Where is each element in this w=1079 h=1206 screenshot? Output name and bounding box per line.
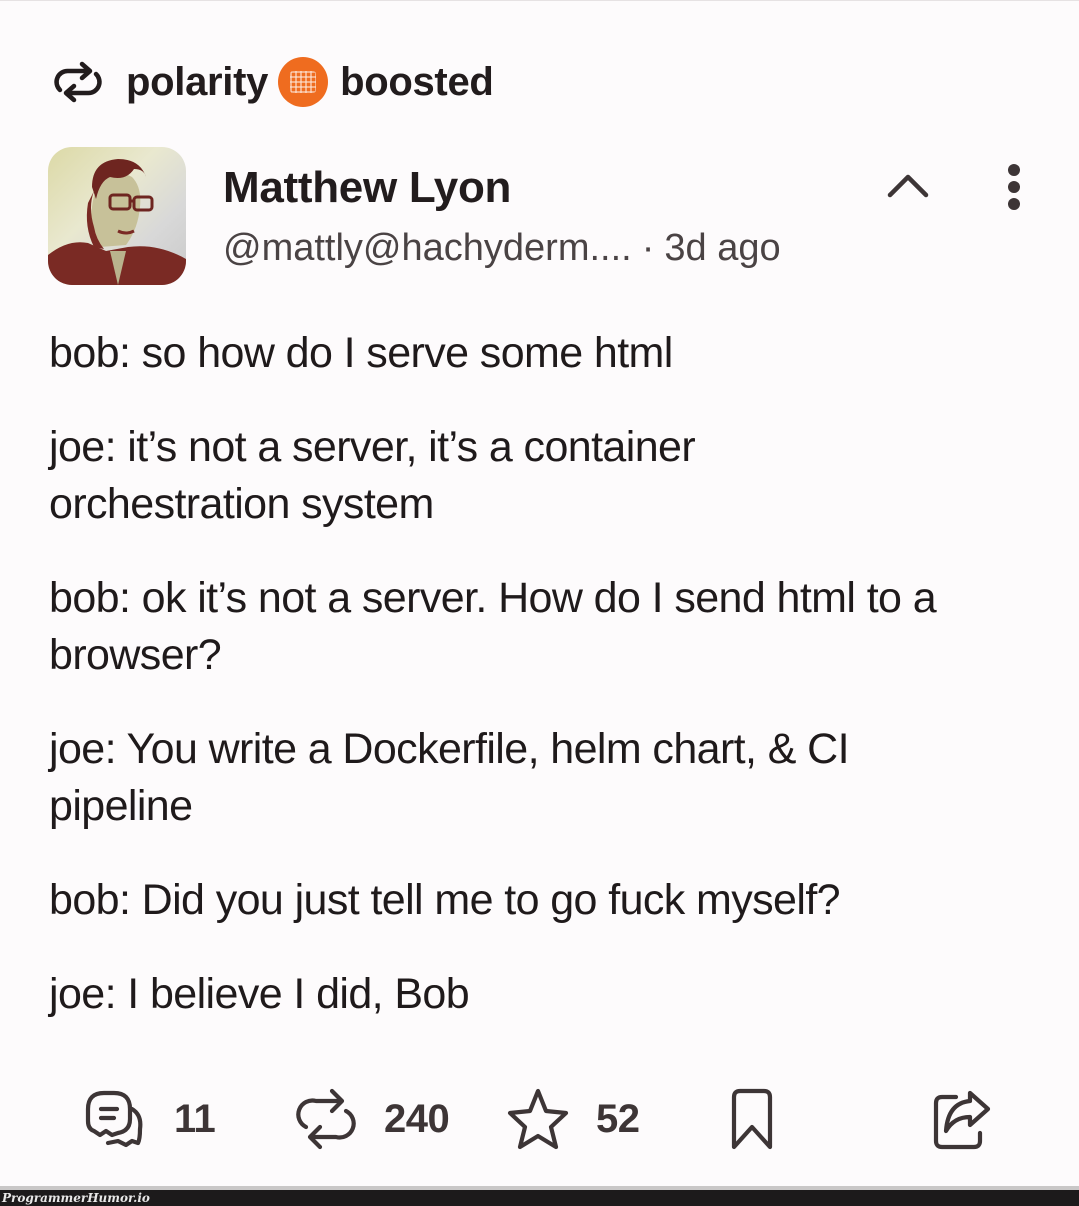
favourite-count: 52 (596, 1096, 640, 1141)
boost-header: polarity boosted (52, 57, 494, 107)
author-avatar-image (48, 159, 186, 285)
post-content: bob: so how do I serve some html joe: it… (49, 325, 1049, 1060)
boosted-label: boosted (340, 59, 494, 104)
post-paragraph: joe: You write a Dockerfile, helm chart,… (49, 725, 850, 830)
collapse-button[interactable] (880, 163, 936, 207)
author-avatar[interactable] (48, 147, 186, 285)
post-paragraph: joe: I believe I did, Bob (49, 970, 470, 1018)
boost-button[interactable]: 240 (294, 1081, 450, 1157)
reply-button[interactable]: 11 (84, 1081, 216, 1157)
watermark-bar: ProgrammerHumor.io (0, 1190, 1079, 1206)
bookmark-button[interactable] (720, 1081, 784, 1157)
boost-count: 240 (384, 1096, 450, 1141)
share-icon (933, 1090, 991, 1150)
instance-avatar (278, 57, 329, 107)
author-meta: @mattly@hachyderm.... · 3d ago (223, 227, 781, 270)
bookmark-icon (731, 1088, 773, 1150)
meta-separator: · (641, 227, 655, 269)
booster-name[interactable]: polarity (126, 60, 268, 105)
share-button[interactable] (930, 1081, 994, 1157)
post-paragraph: bob: ok it’s not a server. How do I send… (49, 574, 937, 679)
more-options-button[interactable] (992, 159, 1036, 215)
author-handle[interactable]: @mattly@hachyderm.... (223, 227, 632, 270)
chevron-up-icon (887, 174, 929, 198)
author-display-name[interactable]: Matthew Lyon (223, 163, 511, 213)
star-icon (507, 1088, 569, 1150)
reply-count: 11 (174, 1096, 216, 1141)
post-paragraph: joe: it’s not a server, it’s a container… (49, 423, 696, 528)
instance-logo-icon (290, 71, 317, 93)
boost-icon (296, 1088, 356, 1150)
post-screen: polarity boosted Matthew Lyon @mattly@ha… (0, 0, 1079, 1206)
watermark-text: ProgrammerHumor.io (2, 1191, 150, 1205)
post-action-bar: 11 240 52 (0, 1081, 1079, 1157)
post-paragraph: bob: so how do I serve some html (49, 329, 673, 377)
reply-icon (85, 1090, 143, 1148)
post-paragraph: bob: Did you just tell me to go fuck mys… (49, 876, 841, 924)
boost-icon (54, 61, 102, 103)
post-timestamp[interactable]: 3d ago (664, 227, 780, 270)
more-vertical-icon (1008, 164, 1020, 210)
favourite-button[interactable]: 52 (506, 1081, 640, 1157)
